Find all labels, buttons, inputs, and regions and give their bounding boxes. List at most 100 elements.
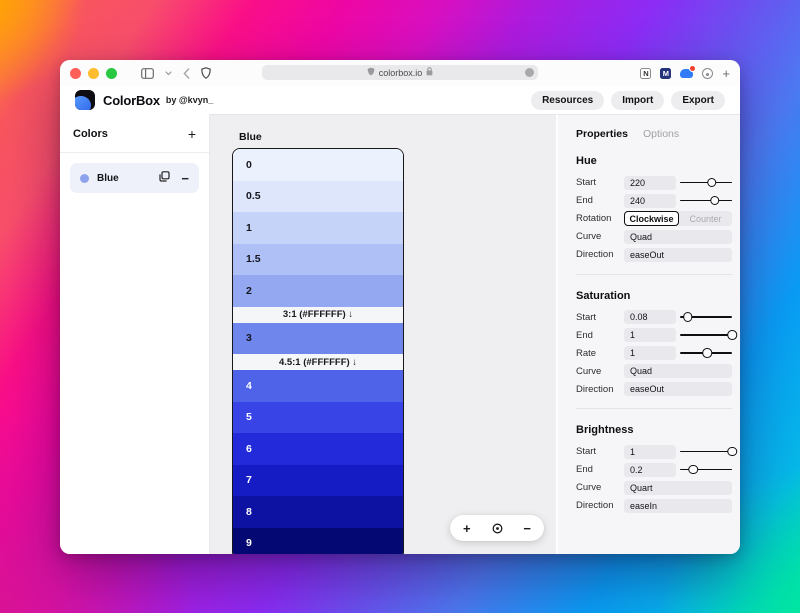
scale-swatch-row[interactable]: 1.5	[233, 244, 403, 276]
section-divider	[576, 274, 732, 275]
colors-sidebar: Colors + Blue−	[60, 114, 210, 554]
end-value-input[interactable]: 1	[624, 328, 676, 342]
back-icon[interactable]	[183, 68, 190, 79]
slider-knob[interactable]	[727, 447, 737, 457]
color-list-item[interactable]: Blue−	[70, 163, 199, 193]
zoom-in-button[interactable]: +	[463, 522, 471, 535]
slider-knob[interactable]	[688, 465, 698, 475]
property-row: End0.2	[576, 463, 732, 477]
reader-icon[interactable]	[525, 68, 534, 77]
address-bar[interactable]: colorbox.io	[262, 65, 538, 80]
scale-swatch-row[interactable]: 6	[233, 433, 403, 465]
property-label: Curve	[576, 482, 624, 493]
resources-button[interactable]: Resources	[531, 91, 604, 110]
start-value-input[interactable]: 220	[624, 176, 676, 190]
chevron-down-icon[interactable]	[165, 71, 172, 76]
remove-color-icon[interactable]: −	[181, 172, 189, 185]
extension-cloud-icon[interactable]	[680, 69, 693, 78]
extension-m-icon[interactable]: M	[660, 68, 671, 79]
scale-swatch-row[interactable]: 9	[233, 528, 403, 555]
property-row: Start1	[576, 445, 732, 459]
extension-keyhole-icon[interactable]	[702, 68, 713, 79]
sidebar-title: Colors	[73, 128, 108, 140]
scale-canvas: Blue 00.511.523:1 (#FFFFFF) ↓34.5:1 (#FF…	[210, 114, 556, 554]
segment-clockwise[interactable]: Clockwise	[624, 211, 679, 226]
property-label: End	[576, 195, 624, 206]
color-swatch-dot	[80, 174, 89, 183]
property-label: Start	[576, 312, 624, 323]
zoom-controls: + −	[450, 515, 544, 541]
scale-swatch-row[interactable]: 2	[233, 275, 403, 307]
privacy-shield-icon[interactable]	[201, 67, 211, 79]
close-button[interactable]	[70, 68, 81, 79]
scale-swatch-row[interactable]: 1	[233, 212, 403, 244]
zoom-reset-button[interactable]	[492, 523, 503, 534]
slider-knob[interactable]	[702, 348, 712, 358]
scale-swatch-row[interactable]: 5	[233, 402, 403, 434]
end-slider[interactable]	[680, 463, 732, 476]
section-title-brightness: Brightness	[576, 424, 732, 436]
direction-select[interactable]: easeIn	[624, 499, 732, 513]
slider-track	[680, 200, 732, 202]
slider-knob[interactable]	[710, 196, 720, 206]
start-slider[interactable]	[680, 445, 732, 458]
contrast-marker: 3:1 (#FFFFFF) ↓	[233, 307, 403, 323]
scale-swatch-row[interactable]: 8	[233, 496, 403, 528]
property-row: CurveQuart	[576, 481, 732, 495]
property-label: Rate	[576, 348, 624, 359]
property-label: End	[576, 330, 624, 341]
rate-value-input[interactable]: 1	[624, 346, 676, 360]
scale-swatch-row[interactable]: 4	[233, 370, 403, 402]
end-slider[interactable]	[680, 194, 732, 207]
property-label: Direction	[576, 500, 624, 511]
slider-knob[interactable]	[683, 312, 693, 322]
scale-swatch-row[interactable]: 7	[233, 465, 403, 497]
property-label: Start	[576, 177, 624, 188]
scale-swatch-row[interactable]: 0.5	[233, 181, 403, 213]
sidebar-toggle-icon[interactable]	[141, 68, 154, 79]
zoom-out-button[interactable]: −	[523, 522, 531, 535]
colorbox-logo-icon[interactable]	[75, 90, 95, 110]
add-color-button[interactable]: +	[188, 127, 196, 141]
import-button[interactable]: Import	[611, 91, 664, 110]
start-value-input[interactable]: 1	[624, 445, 676, 459]
slider-track	[680, 451, 732, 453]
curve-select[interactable]: Quad	[624, 364, 732, 378]
section-divider	[576, 408, 732, 409]
start-slider[interactable]	[680, 311, 732, 324]
header-buttons: Resources Import Export	[531, 91, 725, 110]
rate-slider[interactable]	[680, 347, 732, 360]
app-byline[interactable]: by @kvyn_	[166, 95, 213, 105]
start-slider[interactable]	[680, 176, 732, 189]
slider-knob[interactable]	[727, 330, 737, 340]
scale-swatch-row[interactable]: 3	[233, 323, 403, 355]
segment-counter[interactable]: Counter	[679, 211, 732, 226]
rotation-segmented-control: ClockwiseCounter	[624, 211, 732, 226]
minimize-button[interactable]	[88, 68, 99, 79]
slider-knob[interactable]	[707, 178, 717, 188]
end-slider[interactable]	[680, 329, 732, 342]
property-row: RotationClockwiseCounter	[576, 212, 732, 226]
end-value-input[interactable]: 240	[624, 194, 676, 208]
curve-select[interactable]: Quad	[624, 230, 732, 244]
duplicate-icon[interactable]	[159, 169, 170, 187]
new-tab-icon[interactable]: +	[722, 67, 730, 80]
extension-notion-icon[interactable]: N	[640, 68, 651, 79]
end-value-input[interactable]: 0.2	[624, 463, 676, 477]
tab-options[interactable]: Options	[643, 128, 679, 140]
property-row: DirectioneaseIn	[576, 499, 732, 513]
tab-properties[interactable]: Properties	[576, 128, 628, 140]
direction-select[interactable]: easeOut	[624, 248, 732, 262]
export-button[interactable]: Export	[671, 91, 725, 110]
color-scale-card: 00.511.523:1 (#FFFFFF) ↓34.5:1 (#FFFFFF)…	[232, 148, 404, 554]
notification-badge	[689, 65, 696, 72]
curve-select[interactable]: Quart	[624, 481, 732, 495]
maximize-button[interactable]	[106, 68, 117, 79]
property-row: Start220	[576, 176, 732, 190]
direction-select[interactable]: easeOut	[624, 382, 732, 396]
contrast-marker: 4.5:1 (#FFFFFF) ↓	[233, 354, 403, 370]
property-label: Curve	[576, 366, 624, 377]
slider-track	[680, 334, 732, 336]
scale-swatch-row[interactable]: 0	[233, 149, 403, 181]
start-value-input[interactable]: 0.08	[624, 310, 676, 324]
